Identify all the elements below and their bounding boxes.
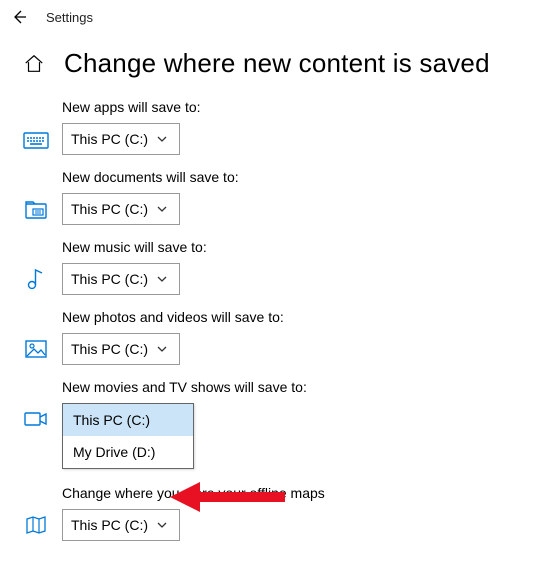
dropdown-movies-listbox: This PC (C:) My Drive (D:) (62, 403, 194, 469)
page-header: Change where new content is saved (0, 30, 547, 87)
music-icon (22, 267, 50, 291)
chevron-down-icon (156, 203, 168, 215)
label-documents: New documents will save to: (62, 169, 537, 185)
window-title: Settings (46, 10, 93, 25)
label-apps: New apps will save to: (62, 99, 537, 115)
chevron-down-icon (156, 273, 168, 285)
section-photos: New photos and videos will save to: This… (22, 309, 537, 365)
home-button[interactable] (22, 53, 46, 75)
photos-icon (22, 337, 50, 361)
documents-icon (22, 197, 50, 221)
section-documents: New documents will save to: This PC (C:) (22, 169, 537, 225)
label-music: New music will save to: (62, 239, 537, 255)
section-movies: New movies and TV shows will save to: Th… (22, 379, 537, 435)
chevron-down-icon (156, 343, 168, 355)
label-movies: New movies and TV shows will save to: (62, 379, 537, 395)
dropdown-maps[interactable]: This PC (C:) (62, 509, 180, 541)
page-title: Change where new content is saved (64, 48, 490, 79)
dropdown-maps-value: This PC (C:) (71, 517, 148, 533)
back-arrow-icon (11, 9, 27, 25)
label-maps: Change where you store your offline maps (62, 485, 537, 501)
section-maps: Change where you store your offline maps… (22, 485, 537, 541)
chevron-down-icon (156, 519, 168, 531)
section-music: New music will save to: This PC (C:) (22, 239, 537, 295)
dropdown-apps[interactable]: This PC (C:) (62, 123, 180, 155)
home-icon (23, 53, 45, 75)
apps-icon (22, 127, 50, 151)
dropdown-apps-value: This PC (C:) (71, 131, 148, 147)
titlebar: Settings (0, 0, 547, 30)
dropdown-photos[interactable]: This PC (C:) (62, 333, 180, 365)
dropdown-music[interactable]: This PC (C:) (62, 263, 180, 295)
dropdown-option-this-pc[interactable]: This PC (C:) (63, 404, 193, 436)
dropdown-option-my-drive[interactable]: My Drive (D:) (63, 436, 193, 468)
dropdown-photos-value: This PC (C:) (71, 341, 148, 357)
movies-icon (22, 407, 50, 431)
dropdown-music-value: This PC (C:) (71, 271, 148, 287)
label-photos: New photos and videos will save to: (62, 309, 537, 325)
chevron-down-icon (156, 133, 168, 145)
section-apps: New apps will save to: (22, 99, 537, 155)
dropdown-movies[interactable]: This PC (C:) My Drive (D:) (62, 403, 180, 435)
back-button[interactable] (10, 8, 28, 26)
maps-icon (22, 513, 50, 537)
content-area: New apps will save to: (0, 87, 547, 541)
dropdown-documents[interactable]: This PC (C:) (62, 193, 180, 225)
dropdown-documents-value: This PC (C:) (71, 201, 148, 217)
